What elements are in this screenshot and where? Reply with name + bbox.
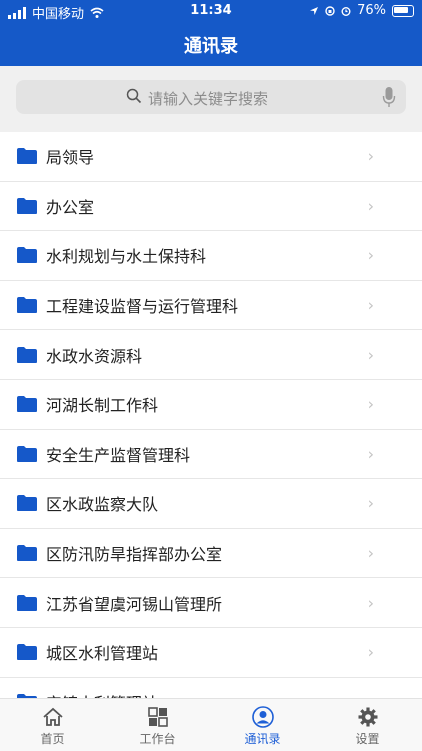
list-item-label: 水利规划与水土保持科 [46, 247, 207, 267]
folder-icon [17, 445, 37, 462]
list-item[interactable]: 区防汛防旱指挥部办公室 › [0, 529, 422, 579]
list-item[interactable]: 水利规划与水土保持科 › [0, 231, 422, 281]
chevron-right-icon: › [367, 196, 374, 216]
chevron-right-icon: › [367, 345, 374, 365]
department-list: 局领导 › 办公室 › 水利规划与水土保持科 › 工程建设监督与运行管理科 › … [0, 132, 422, 698]
folder-icon [17, 644, 37, 661]
search-section: 请输入关键字搜索 [0, 66, 422, 130]
grid-icon [147, 707, 168, 727]
chevron-right-icon: › [367, 394, 374, 414]
alarm-icon [341, 6, 351, 16]
list-item-label: 河湖长制工作科 [46, 396, 159, 416]
tab-label: 设置 [355, 732, 380, 746]
tab-settings[interactable]: 设置 [315, 699, 420, 751]
chevron-right-icon: › [367, 245, 374, 265]
folder-icon [17, 346, 37, 363]
status-right: 76% [309, 3, 414, 18]
list-item-label: 办公室 [46, 197, 95, 217]
list-item[interactable]: 区水政监察大队 › [0, 479, 422, 529]
chevron-right-icon: › [367, 444, 374, 464]
chevron-right-icon: › [367, 642, 374, 662]
list-item-label: 安全生产监督管理科 [46, 445, 191, 465]
list-item-label: 区防汛防旱指挥部办公室 [46, 545, 223, 565]
list-item[interactable]: 江苏省望虞河锡山管理所 › [0, 578, 422, 628]
tab-contacts[interactable]: 通讯录 [210, 699, 315, 751]
list-item-label: 工程建设监督与运行管理科 [46, 297, 239, 317]
list-item[interactable]: 安镇水利管理站 › [0, 678, 422, 698]
folder-icon [17, 247, 37, 264]
list-item-label: 江苏省望虞河锡山管理所 [46, 594, 223, 614]
battery-percent: 76% [357, 3, 386, 18]
tab-home[interactable]: 首页 [0, 699, 105, 751]
folder-icon [17, 495, 37, 512]
page-title: 通讯录 [184, 36, 238, 57]
home-icon [42, 707, 63, 726]
list-item[interactable]: 城区水利管理站 › [0, 628, 422, 678]
tab-workbench[interactable]: 工作台 [105, 699, 210, 751]
search-input[interactable]: 请输入关键字搜索 [16, 80, 406, 114]
chevron-right-icon: › [367, 543, 374, 563]
tab-label: 工作台 [139, 732, 176, 746]
battery-icon [392, 4, 414, 17]
list-item[interactable]: 工程建设监督与运行管理科 › [0, 281, 422, 331]
list-item[interactable]: 办公室 › [0, 182, 422, 232]
folder-icon [17, 197, 37, 214]
folder-icon [17, 594, 37, 611]
chevron-right-icon: › [367, 593, 374, 613]
list-item-label: 区水政监察大队 [46, 495, 159, 515]
location-icon [310, 6, 319, 15]
chevron-right-icon: › [367, 295, 374, 315]
rotation-lock-icon [325, 5, 335, 16]
microphone-icon[interactable] [382, 86, 396, 108]
tab-label: 通讯录 [244, 732, 281, 746]
search-placeholder: 请输入关键字搜索 [148, 90, 269, 108]
folder-icon [17, 396, 37, 413]
list-item-label: 局领导 [46, 148, 95, 168]
list-item[interactable]: 安全生产监督管理科 › [0, 430, 422, 480]
list-item[interactable]: 河湖长制工作科 › [0, 380, 422, 430]
chevron-right-icon: › [367, 493, 374, 513]
list-item-label: 城区水利管理站 [46, 644, 159, 664]
list-item-label: 安镇水利管理站 [46, 690, 158, 698]
folder-icon [17, 297, 37, 314]
status-bar: 中国移动 11:34 76% [0, 0, 422, 22]
tab-label: 首页 [40, 732, 65, 746]
chevron-right-icon: › [367, 146, 374, 166]
contacts-icon [251, 706, 274, 728]
search-icon [126, 88, 142, 104]
folder-icon [17, 148, 37, 165]
list-item[interactable]: 水政水资源科 › [0, 330, 422, 380]
list-item-label: 水政水资源科 [46, 346, 143, 366]
tab-bar: 首页 工作台 通讯录 设置 [0, 698, 422, 751]
gear-icon [358, 707, 377, 727]
folder-icon [17, 545, 37, 562]
list-item[interactable]: 局领导 › [0, 132, 422, 182]
nav-bar: 通讯录 [0, 22, 422, 66]
